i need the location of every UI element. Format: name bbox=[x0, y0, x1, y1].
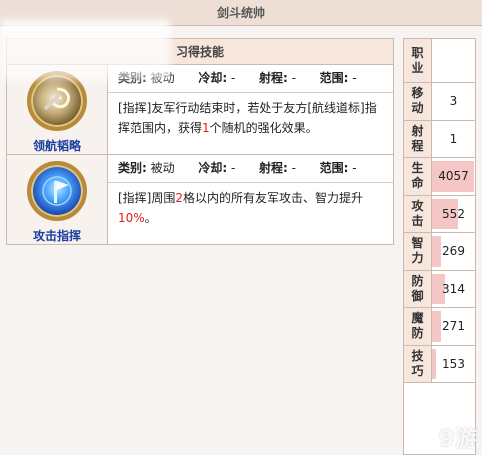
spiral-icon bbox=[31, 75, 83, 127]
cooldown-label: 冷却: bbox=[198, 71, 228, 85]
stat-value: 314 bbox=[432, 271, 475, 308]
stat-value bbox=[432, 39, 475, 82]
stat-number: 271 bbox=[442, 319, 465, 334]
area-label: 范围: bbox=[319, 161, 349, 175]
type-label: 类别: bbox=[118, 161, 147, 175]
stat-number: 269 bbox=[442, 244, 465, 259]
range-label: 射程: bbox=[258, 71, 288, 85]
stat-row: 防御 314 bbox=[404, 270, 475, 308]
stat-row: 智力 269 bbox=[404, 233, 475, 271]
stat-row: 射程 1 bbox=[404, 120, 475, 158]
range-value: - bbox=[291, 161, 296, 175]
cooldown-label: 冷却: bbox=[198, 161, 228, 175]
stat-label: 移动 bbox=[404, 83, 432, 120]
stat-label: 生命 bbox=[404, 158, 432, 195]
area-value: - bbox=[352, 161, 357, 175]
skill-name[interactable]: 领航韬略 bbox=[33, 137, 81, 154]
skill-description: [指挥]友军行动结束时，若处于友方[航线道标]指挥范围内，获得1个随机的强化效果… bbox=[108, 93, 393, 144]
skill-description: [指挥]周围2格以内的所有友军攻击、智力提升 10%。 bbox=[108, 183, 393, 234]
skill-detail: 类别: 被动 冷却: - 射程: - 范围: - [指挥]周围2格以内的所有友军… bbox=[108, 155, 393, 244]
stat-number: 552 bbox=[442, 206, 465, 221]
stat-value: 3 bbox=[432, 83, 475, 120]
watermark-logo: 9游 bbox=[438, 427, 478, 452]
desc-text: 个随机的强化效果。 bbox=[209, 121, 318, 135]
skill-row: 攻击指挥 类别: 被动 冷却: - 射程: - 范围: - [指挥]周围2格以内… bbox=[7, 155, 393, 244]
stat-label: 技巧 bbox=[404, 345, 432, 382]
navigation-strategy-icon[interactable] bbox=[27, 71, 87, 131]
stat-value: 552 bbox=[432, 196, 475, 233]
stat-number: 4057 bbox=[438, 169, 469, 184]
stat-label: 防御 bbox=[404, 270, 432, 307]
stat-label: 职业 bbox=[404, 39, 432, 82]
desc-highlight: 10% bbox=[118, 211, 145, 225]
stat-label: 魔防 bbox=[404, 308, 432, 345]
stat-value: 153 bbox=[432, 346, 475, 383]
stat-label: 攻击 bbox=[404, 195, 432, 232]
stats-table: 职业 移动 3 射程 1 生命 4057 攻击 552 智力 269 防御 314 魔防 271 技巧 153 bbox=[403, 38, 476, 455]
area-value: - bbox=[352, 71, 357, 85]
area-label: 范围: bbox=[319, 71, 349, 85]
stat-number: 1 bbox=[449, 131, 458, 146]
stat-label: 智力 bbox=[404, 233, 432, 270]
cooldown-value: - bbox=[230, 161, 236, 175]
stat-row: 技巧 153 bbox=[404, 345, 475, 383]
stat-number: 3 bbox=[449, 94, 458, 109]
desc-highlight: 2 bbox=[175, 191, 184, 205]
skill-icon-cell: 攻击指挥 bbox=[7, 155, 108, 244]
skill-name[interactable]: 攻击指挥 bbox=[33, 227, 81, 244]
stat-number: 314 bbox=[442, 281, 465, 296]
desc-text: 格以内的所有友军攻击、智力提升 bbox=[183, 191, 364, 205]
stat-value: 1 bbox=[432, 121, 475, 158]
stat-bar bbox=[432, 311, 442, 342]
skill-meta: 类别: 被动 冷却: - 射程: - 范围: - bbox=[108, 155, 393, 183]
stat-value: 271 bbox=[432, 308, 475, 345]
stat-row-class: 职业 bbox=[404, 39, 475, 83]
flag-icon bbox=[31, 165, 83, 217]
blur-overlay bbox=[0, 20, 170, 80]
stat-row: 魔防 271 bbox=[404, 308, 475, 346]
desc-text: 。 bbox=[144, 211, 157, 225]
stat-value: 4057 bbox=[432, 158, 475, 195]
stat-bar bbox=[432, 236, 442, 267]
desc-text: [指挥]周围 bbox=[118, 191, 176, 205]
stat-row: 移动 3 bbox=[404, 83, 475, 121]
stat-value: 269 bbox=[432, 233, 475, 270]
desc-highlight: 1 bbox=[202, 121, 210, 135]
stat-row: 生命 4057 bbox=[404, 158, 475, 196]
cooldown-value: - bbox=[230, 71, 236, 85]
stat-bar bbox=[432, 348, 437, 379]
range-label: 射程: bbox=[258, 161, 288, 175]
range-value: - bbox=[291, 71, 296, 85]
type-value: 被动 bbox=[150, 161, 175, 175]
stat-number: 153 bbox=[442, 356, 465, 371]
attack-command-icon[interactable] bbox=[27, 161, 87, 221]
stat-label: 射程 bbox=[404, 120, 432, 157]
stat-row: 攻击 552 bbox=[404, 195, 475, 233]
